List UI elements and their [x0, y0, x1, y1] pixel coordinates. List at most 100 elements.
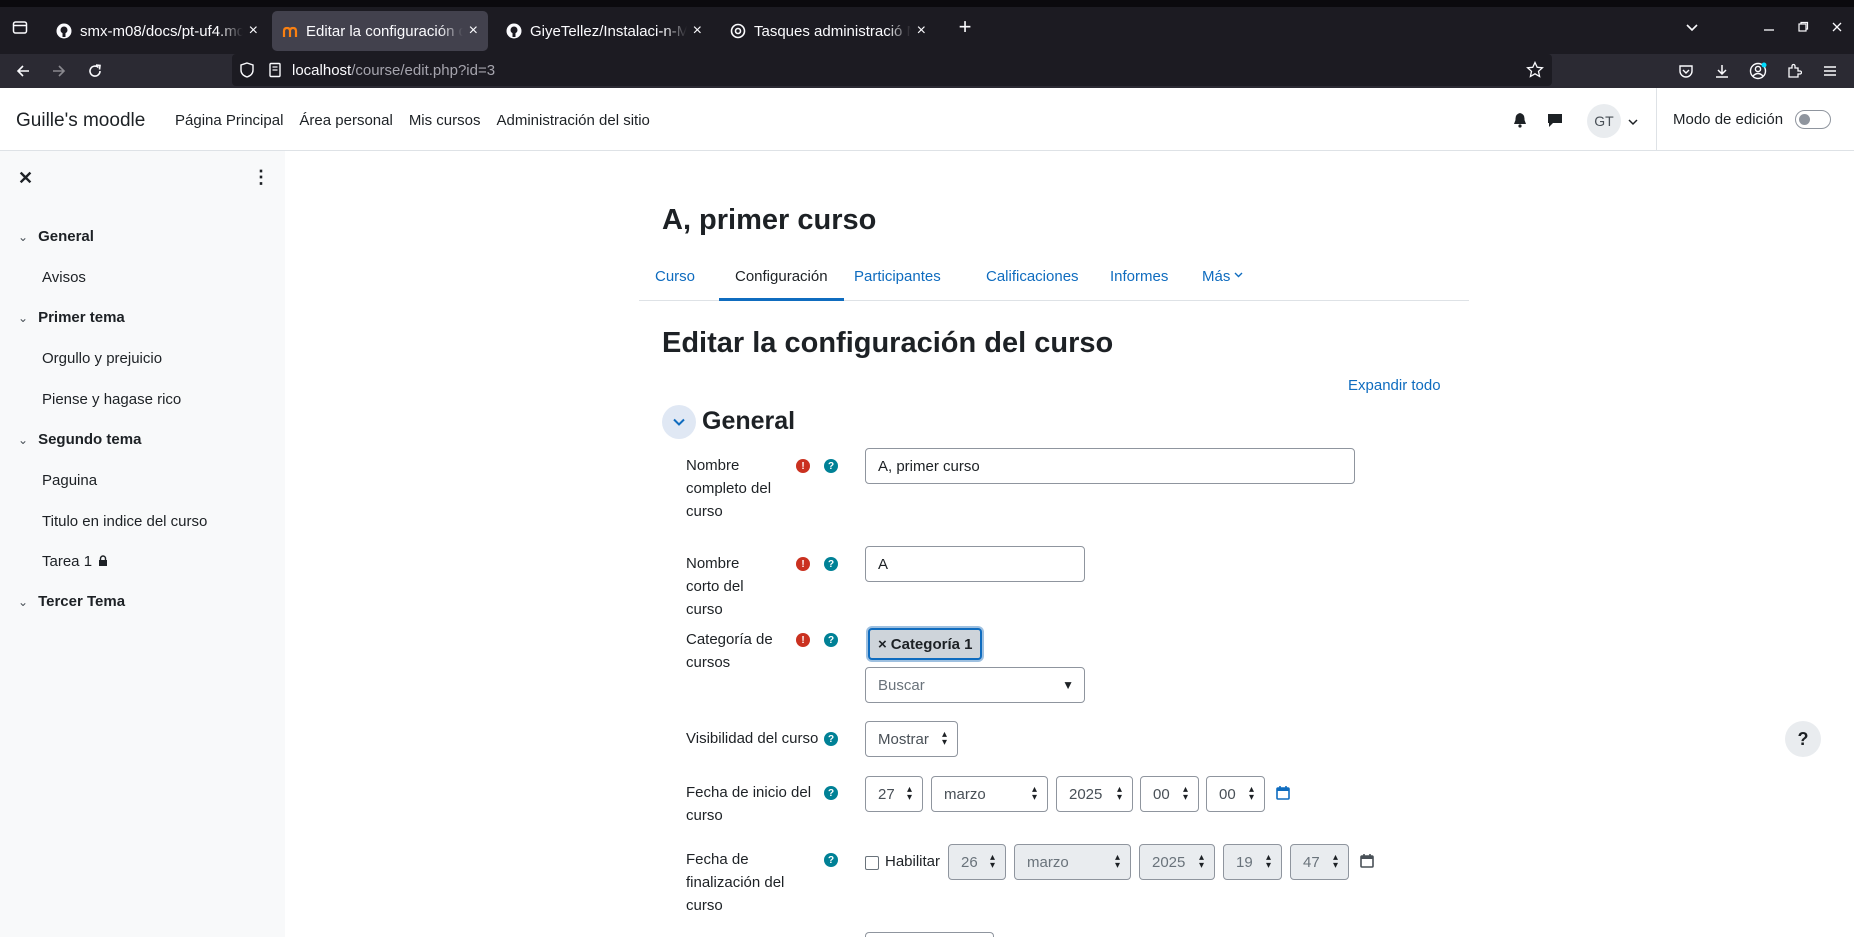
notifications-bell-icon[interactable] — [1513, 112, 1527, 132]
course-index-item-piense[interactable]: Piense y hagase rico — [42, 391, 181, 408]
start-month-select[interactable]: marzo ▴ ▾ — [931, 776, 1048, 812]
shortname-input[interactable]: A — [865, 546, 1085, 582]
main-content: A, primer curso Curso Configuración Part… — [285, 151, 1854, 937]
end-year-value: 2025 — [1152, 853, 1186, 871]
end-hour-select[interactable]: 19 ▴ ▾ — [1223, 844, 1282, 880]
pocket-icon[interactable] — [1672, 57, 1700, 85]
browser-nav-bar: localhost/course/edit.php?id=3 — [0, 54, 1854, 88]
footer-help-button[interactable]: ? — [1785, 721, 1821, 757]
section-label: Segundo tema — [38, 431, 142, 448]
start-minute-select[interactable]: 00 ▴ ▾ — [1206, 776, 1265, 812]
end-minute-select[interactable]: 47 ▴ ▾ — [1290, 844, 1349, 880]
close-tab-icon[interactable]: × — [917, 22, 926, 40]
start-day-select[interactable]: 27 ▴ ▾ — [865, 776, 923, 812]
messages-icon[interactable] — [1547, 112, 1563, 132]
select-arrows-icon: ▴ ▾ — [941, 729, 947, 748]
end-month-select[interactable]: marzo ▴ ▾ — [1014, 844, 1131, 880]
course-index-item-orgullo[interactable]: Orgullo y prejuicio — [42, 350, 162, 367]
tab-editar-configuracion[interactable]: Editar la configuración del curso × — [272, 11, 488, 51]
tab-label: smx-m08/docs/pt-uf4.md — [80, 22, 243, 40]
back-icon[interactable] — [9, 57, 37, 85]
nav-pagina-principal[interactable]: Página Principal — [175, 112, 283, 129]
primary-navigation: Página Principal Área personal Mis curso… — [175, 112, 650, 129]
chevron-down-icon[interactable]: ⌄ — [18, 230, 28, 244]
nav-mis-cursos[interactable]: Mis cursos — [409, 112, 481, 129]
tab-mas[interactable]: Más — [1186, 259, 1259, 301]
enable-enddate-checkbox[interactable] — [865, 856, 879, 870]
help-icon[interactable]: ? — [824, 732, 838, 746]
tab-participantes[interactable]: Participantes — [838, 259, 957, 301]
help-icon[interactable]: ? — [824, 853, 838, 867]
expand-all-link[interactable]: Expandir todo — [1348, 377, 1441, 394]
next-field-input[interactable] — [865, 932, 994, 937]
course-index-item-paguina[interactable]: Paguina — [42, 472, 97, 489]
extensions-icon[interactable] — [1780, 57, 1808, 85]
close-tab-icon[interactable]: × — [469, 22, 478, 40]
tab-github-instalacion[interactable]: GiyeTellez/Instalaci-n-Moodle × — [496, 11, 712, 51]
course-index-item-avisos[interactable]: Avisos — [42, 269, 86, 286]
course-index-item-tarea1[interactable]: Tarea 1 — [42, 553, 108, 570]
tab-tasques[interactable]: Tasques administració Moodle × — [720, 11, 936, 51]
downloads-icon[interactable] — [1708, 57, 1736, 85]
course-index-drawer: ✕ ⋮ ⌄ General Avisos ⌄ Primer tema Orgullo… — [0, 151, 285, 937]
url-bar[interactable]: localhost/course/edit.php?id=3 — [232, 54, 1552, 86]
select-arrows-icon: ▴ ▾ — [906, 784, 912, 803]
chevron-down-icon[interactable]: ⌄ — [18, 595, 28, 609]
collapse-general-button[interactable] — [662, 405, 696, 439]
chevron-down-icon[interactable]: ⌄ — [18, 311, 28, 325]
close-tab-icon[interactable]: × — [693, 22, 702, 40]
shield-icon[interactable] — [240, 62, 258, 78]
restore-icon[interactable] — [1789, 13, 1817, 41]
calendar-icon[interactable] — [1360, 853, 1374, 872]
search-placeholder: Buscar — [878, 676, 925, 694]
account-icon[interactable] — [1744, 57, 1772, 85]
course-index-section-segundo-tema[interactable]: ⌄ Segundo tema — [18, 431, 141, 448]
forward-icon[interactable] — [45, 57, 73, 85]
remove-category-icon[interactable]: × — [878, 636, 887, 653]
category-badge[interactable]: × Categoría 1 — [868, 628, 983, 660]
tab-github-pt-uf4[interactable]: smx-m08/docs/pt-uf4.md × — [46, 11, 268, 51]
fullname-input[interactable]: A, primer curso — [865, 448, 1355, 484]
tab-curso[interactable]: Curso — [639, 259, 711, 301]
course-index-item-titulo[interactable]: Titulo en indice del curso — [42, 513, 207, 530]
drawer-options-icon[interactable]: ⋮ — [252, 167, 270, 188]
user-menu-chevron-icon[interactable] — [1628, 114, 1638, 131]
edit-mode-toggle[interactable] — [1795, 110, 1832, 129]
page-info-icon[interactable] — [268, 62, 286, 78]
select-arrows-icon: ▴ ▾ — [1114, 852, 1120, 871]
course-index-section-primer-tema[interactable]: ⌄ Primer tema — [18, 309, 125, 326]
end-day-select[interactable]: 26 ▴ ▾ — [948, 844, 1006, 880]
start-year-select[interactable]: 2025 ▴ ▾ — [1056, 776, 1133, 812]
course-index-section-general[interactable]: ⌄ General — [18, 228, 94, 245]
end-year-select[interactable]: 2025 ▴ ▾ — [1139, 844, 1215, 880]
minimize-icon[interactable] — [1755, 13, 1783, 41]
help-icon[interactable]: ? — [824, 633, 838, 647]
category-search-input[interactable]: Buscar ▼ — [865, 667, 1085, 703]
chevron-down-icon — [1234, 270, 1243, 282]
list-all-tabs-icon[interactable] — [1678, 13, 1706, 41]
help-icon[interactable]: ? — [824, 557, 838, 571]
chevron-down-icon[interactable]: ⌄ — [18, 433, 28, 447]
new-tab-icon[interactable]: + — [951, 13, 979, 41]
tab-configuracion[interactable]: Configuración — [719, 259, 844, 301]
visibility-select[interactable]: Mostrar ▴ ▾ — [865, 721, 958, 757]
close-window-icon[interactable] — [1823, 13, 1851, 41]
tab-informes[interactable]: Informes — [1094, 259, 1184, 301]
user-avatar[interactable]: GT — [1587, 104, 1621, 138]
reload-icon[interactable] — [81, 57, 109, 85]
startdate-label: Fecha de inicio del curso — [686, 784, 812, 824]
help-icon[interactable]: ? — [824, 459, 838, 473]
firefox-view-icon[interactable] — [6, 13, 34, 41]
nav-administracion[interactable]: Administración del sitio — [497, 112, 650, 129]
calendar-icon[interactable] — [1276, 785, 1290, 804]
help-icon[interactable]: ? — [824, 786, 838, 800]
hamburger-menu-icon[interactable] — [1816, 57, 1844, 85]
bookmark-star-icon[interactable] — [1526, 60, 1544, 83]
tab-calificaciones[interactable]: Calificaciones — [970, 259, 1095, 301]
course-index-section-tercer-tema[interactable]: ⌄ Tercer Tema — [18, 593, 125, 610]
close-drawer-icon[interactable]: ✕ — [18, 168, 33, 189]
nav-area-personal[interactable]: Área personal — [299, 112, 392, 129]
site-brand[interactable]: Guille's moodle — [16, 110, 145, 132]
start-hour-select[interactable]: 00 ▴ ▾ — [1140, 776, 1199, 812]
close-tab-icon[interactable]: × — [249, 22, 258, 40]
